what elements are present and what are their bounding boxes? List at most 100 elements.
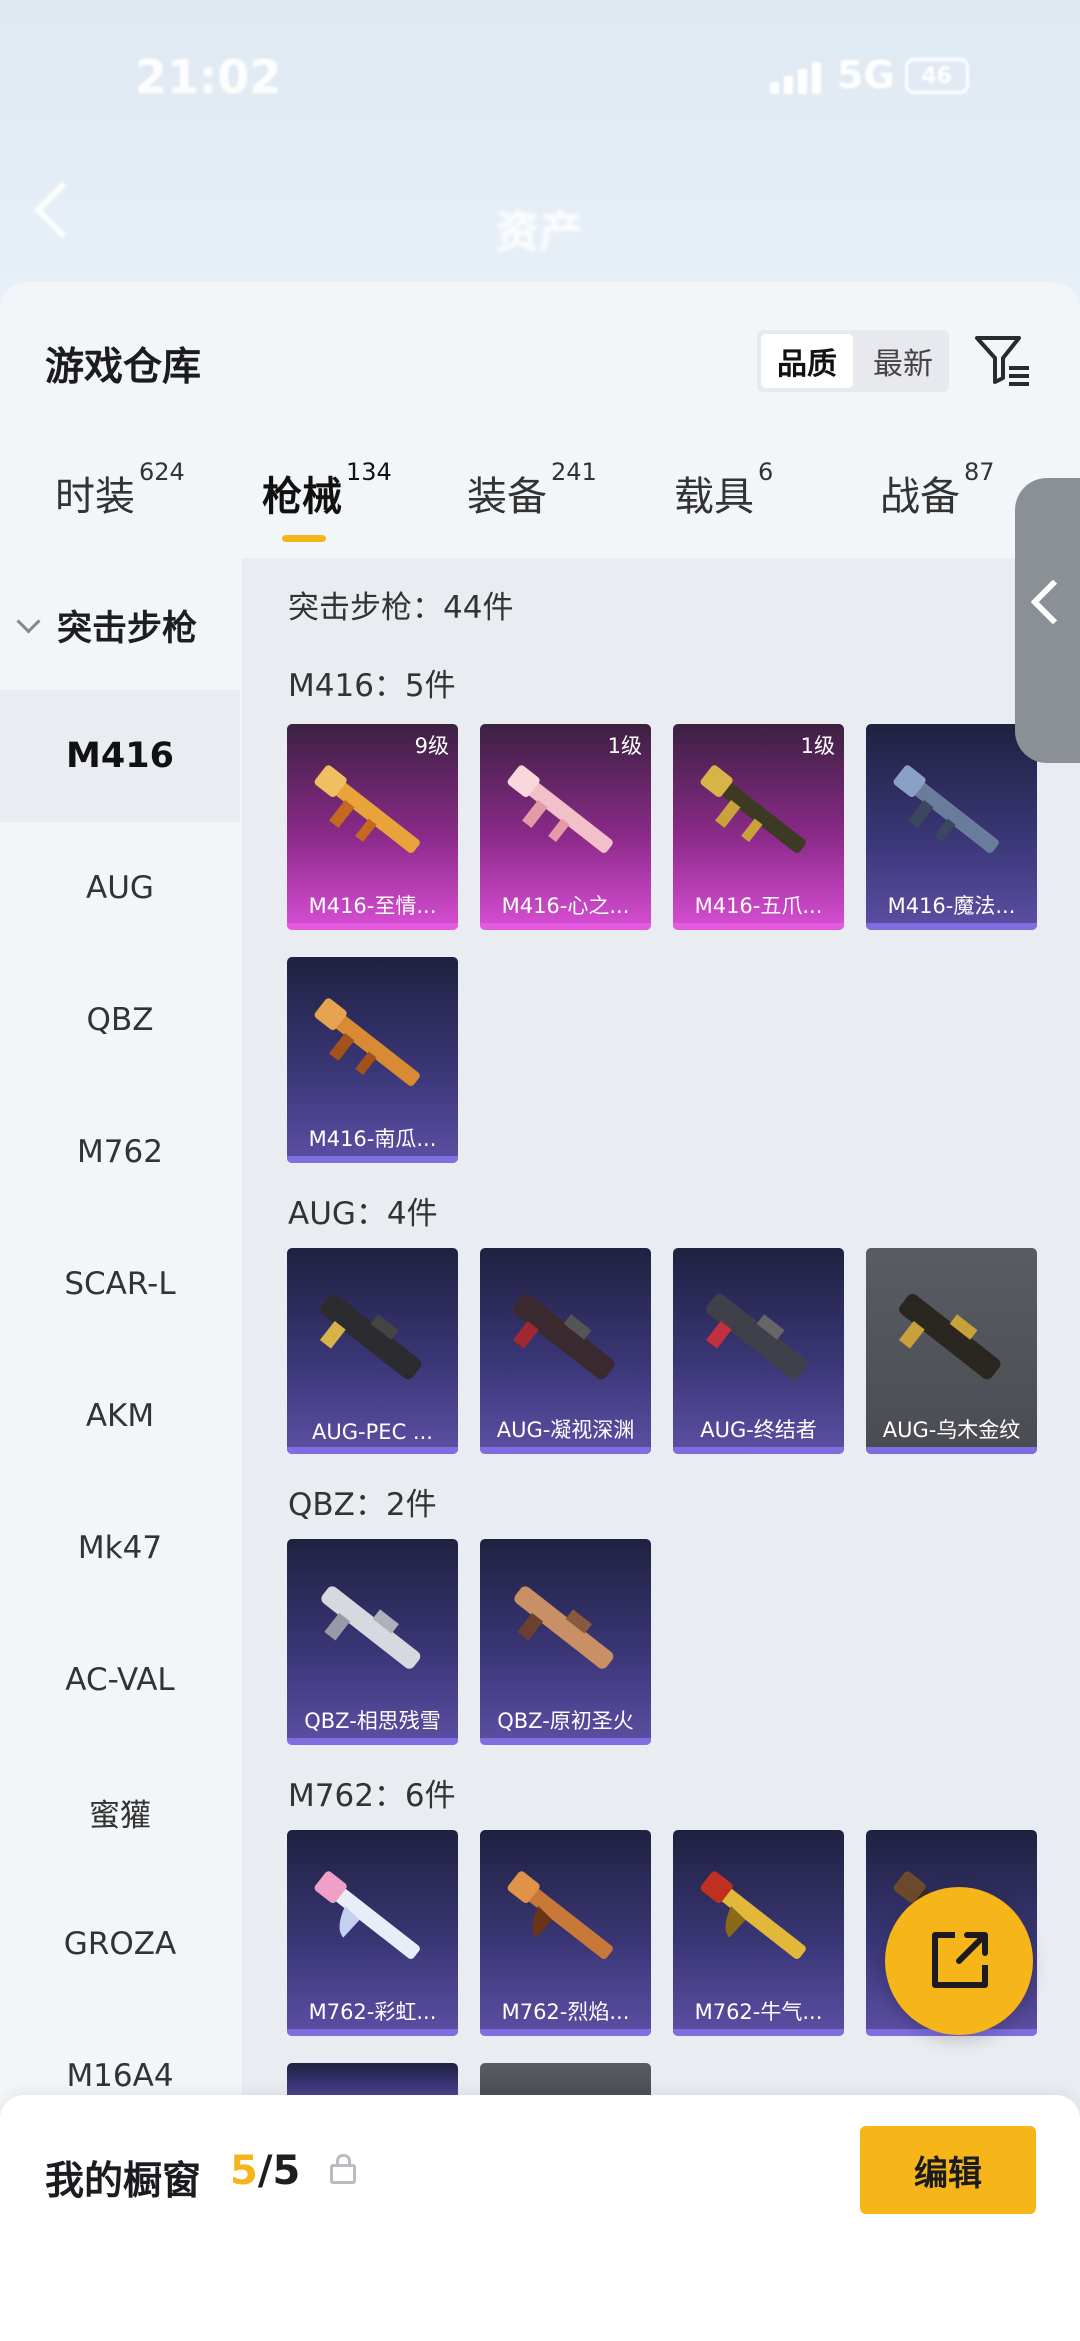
skin-name: AUG-乌木金纹 <box>882 1418 1021 1442</box>
rarity-stripe <box>673 1447 844 1454</box>
showcase-count-current: 5 <box>230 2148 258 2194</box>
skin-name: M416-南瓜... <box>308 1127 437 1151</box>
skin-card[interactable]: M416-南瓜... <box>287 957 458 1163</box>
skin-card[interactable]: QBZ-相思残雪 <box>287 1539 458 1745</box>
battery-icon: 46 <box>904 58 969 94</box>
weapon-item-m416[interactable]: M416 <box>0 690 240 822</box>
group-title-m762: M762：6件 <box>288 1778 456 1814</box>
skin-card[interactable]: M762-彩虹... <box>287 1830 458 2036</box>
rarity-stripe <box>480 2029 651 2036</box>
rarity-stripe <box>673 2029 844 2036</box>
tab-count: 624 <box>139 458 185 486</box>
rarity-stripe <box>287 2029 458 2036</box>
tab-label: 枪械 <box>262 474 342 520</box>
tab-outfits[interactable]: 时装624 <box>55 458 185 522</box>
edit-button[interactable]: 编辑 <box>860 2126 1036 2214</box>
skin-card[interactable]: M762-烈焰... <box>480 1830 651 2036</box>
rifle-icon <box>321 1586 421 1669</box>
rifle-icon <box>314 998 420 1086</box>
tab-label: 战备 <box>880 474 960 520</box>
rarity-stripe <box>480 1447 651 1454</box>
rifle-icon <box>507 1871 613 1959</box>
rifle-icon <box>705 1293 808 1380</box>
rifle-icon <box>314 765 420 853</box>
status-indicators: 5G 46 <box>770 56 969 94</box>
rifle-icon <box>314 1871 420 1959</box>
sort-newest-button[interactable]: 最新 <box>857 330 949 392</box>
rarity-stripe <box>480 1738 651 1745</box>
skin-name: M416-魔法... <box>887 894 1016 918</box>
rarity-stripe <box>287 1447 458 1454</box>
sheet-title: 游戏仓库 <box>45 345 202 390</box>
weapon-item-honey-badger[interactable]: 蜜獾 <box>0 1746 240 1878</box>
weapon-item-akm[interactable]: AKM <box>0 1350 240 1482</box>
skin-card[interactable]: M762-牛气... <box>673 1830 844 2036</box>
skin-card[interactable]: AUG-凝视深渊 <box>480 1248 651 1454</box>
showcase-count: 5/5 <box>230 2148 300 2194</box>
skin-name: M416-五爪... <box>694 894 823 918</box>
rifle-icon <box>319 1293 422 1380</box>
skin-name: M416-至情... <box>308 894 437 918</box>
rifle-icon <box>700 765 806 853</box>
skin-card[interactable]: QBZ-原初圣火 <box>480 1539 651 1745</box>
filter-icon[interactable] <box>973 330 1033 390</box>
chevron-down-icon <box>16 609 41 634</box>
category-summary: 突击步枪：44件 <box>288 590 514 626</box>
category-label: 突击步枪 <box>57 609 198 649</box>
skin-card[interactable]: AUG-终结者 <box>673 1248 844 1454</box>
tab-weapons[interactable]: 枪械134 <box>262 458 392 522</box>
tab-count: 87 <box>964 458 995 486</box>
skin-name: AUG-凝视深渊 <box>496 1418 635 1442</box>
weapon-item-qbz[interactable]: QBZ <box>0 954 240 1086</box>
tab-label: 时装 <box>55 474 135 520</box>
skin-name: M762-烈焰... <box>501 2000 630 2024</box>
share-button[interactable] <box>885 1887 1033 2035</box>
weapon-item-mk47[interactable]: Mk47 <box>0 1482 240 1614</box>
category-tabs: 时装624 枪械134 装备241 载具6 战备87 <box>0 458 1080 544</box>
rifle-icon <box>700 1871 806 1959</box>
active-tab-indicator <box>282 535 326 542</box>
skin-name: AUG-PEC ... <box>312 1420 433 1444</box>
tab-count: 6 <box>758 458 774 486</box>
skin-card[interactable]: M416-魔法... <box>866 724 1037 930</box>
collapse-handle-icon <box>1030 579 1076 625</box>
rifle-icon <box>893 765 999 853</box>
page-title: 资产 <box>495 207 583 258</box>
rarity-stripe <box>287 1738 458 1745</box>
rarity-stripe <box>866 923 1037 930</box>
showcase-count-total: /5 <box>257 2148 301 2194</box>
rarity-stripe <box>866 1447 1037 1454</box>
skin-card[interactable]: AUG-PEC ... <box>287 1248 458 1454</box>
tab-supplies[interactable]: 战备87 <box>880 458 995 522</box>
battery-level: 46 <box>921 63 952 89</box>
sort-quality-button[interactable]: 品质 <box>761 334 853 388</box>
weapon-item-aug[interactable]: AUG <box>0 822 240 954</box>
skin-name: AUG-终结者 <box>700 1418 817 1442</box>
skin-card[interactable]: AUG-乌木金纹 <box>866 1248 1037 1454</box>
rarity-stripe <box>480 923 651 930</box>
skin-name: QBZ-相思残雪 <box>304 1709 441 1733</box>
group-title-aug: AUG：4件 <box>288 1196 438 1232</box>
group-title-qbz: QBZ：2件 <box>288 1487 437 1523</box>
network-type: 5G <box>837 53 895 97</box>
collapse-handle[interactable] <box>1015 478 1080 763</box>
tab-equipment[interactable]: 装备241 <box>467 458 597 522</box>
weapon-item-m762[interactable]: M762 <box>0 1086 240 1218</box>
skin-card[interactable]: 9级 M416-至情... <box>287 724 458 930</box>
skin-card[interactable]: 1级 M416-心之... <box>480 724 651 930</box>
weapon-item-ac-val[interactable]: AC-VAL <box>0 1614 240 1746</box>
rarity-stripe <box>673 923 844 930</box>
rifle-icon <box>507 765 613 853</box>
weapon-item-scar-l[interactable]: SCAR-L <box>0 1218 240 1350</box>
category-header[interactable]: 突击步枪 <box>16 600 198 651</box>
tab-count: 241 <box>551 458 597 486</box>
tab-label: 载具 <box>674 474 754 520</box>
tab-vehicles[interactable]: 载具6 <box>674 458 773 522</box>
skin-name: M762-彩虹... <box>308 2000 437 2024</box>
rifle-icon <box>514 1586 614 1669</box>
weapon-item-groza[interactable]: GROZA <box>0 1878 240 2010</box>
lock-icon[interactable] <box>330 2154 356 2184</box>
tab-label: 装备 <box>467 474 547 520</box>
skin-card[interactable]: 1级 M416-五爪... <box>673 724 844 930</box>
skin-name: M762-牛气... <box>694 2000 823 2024</box>
